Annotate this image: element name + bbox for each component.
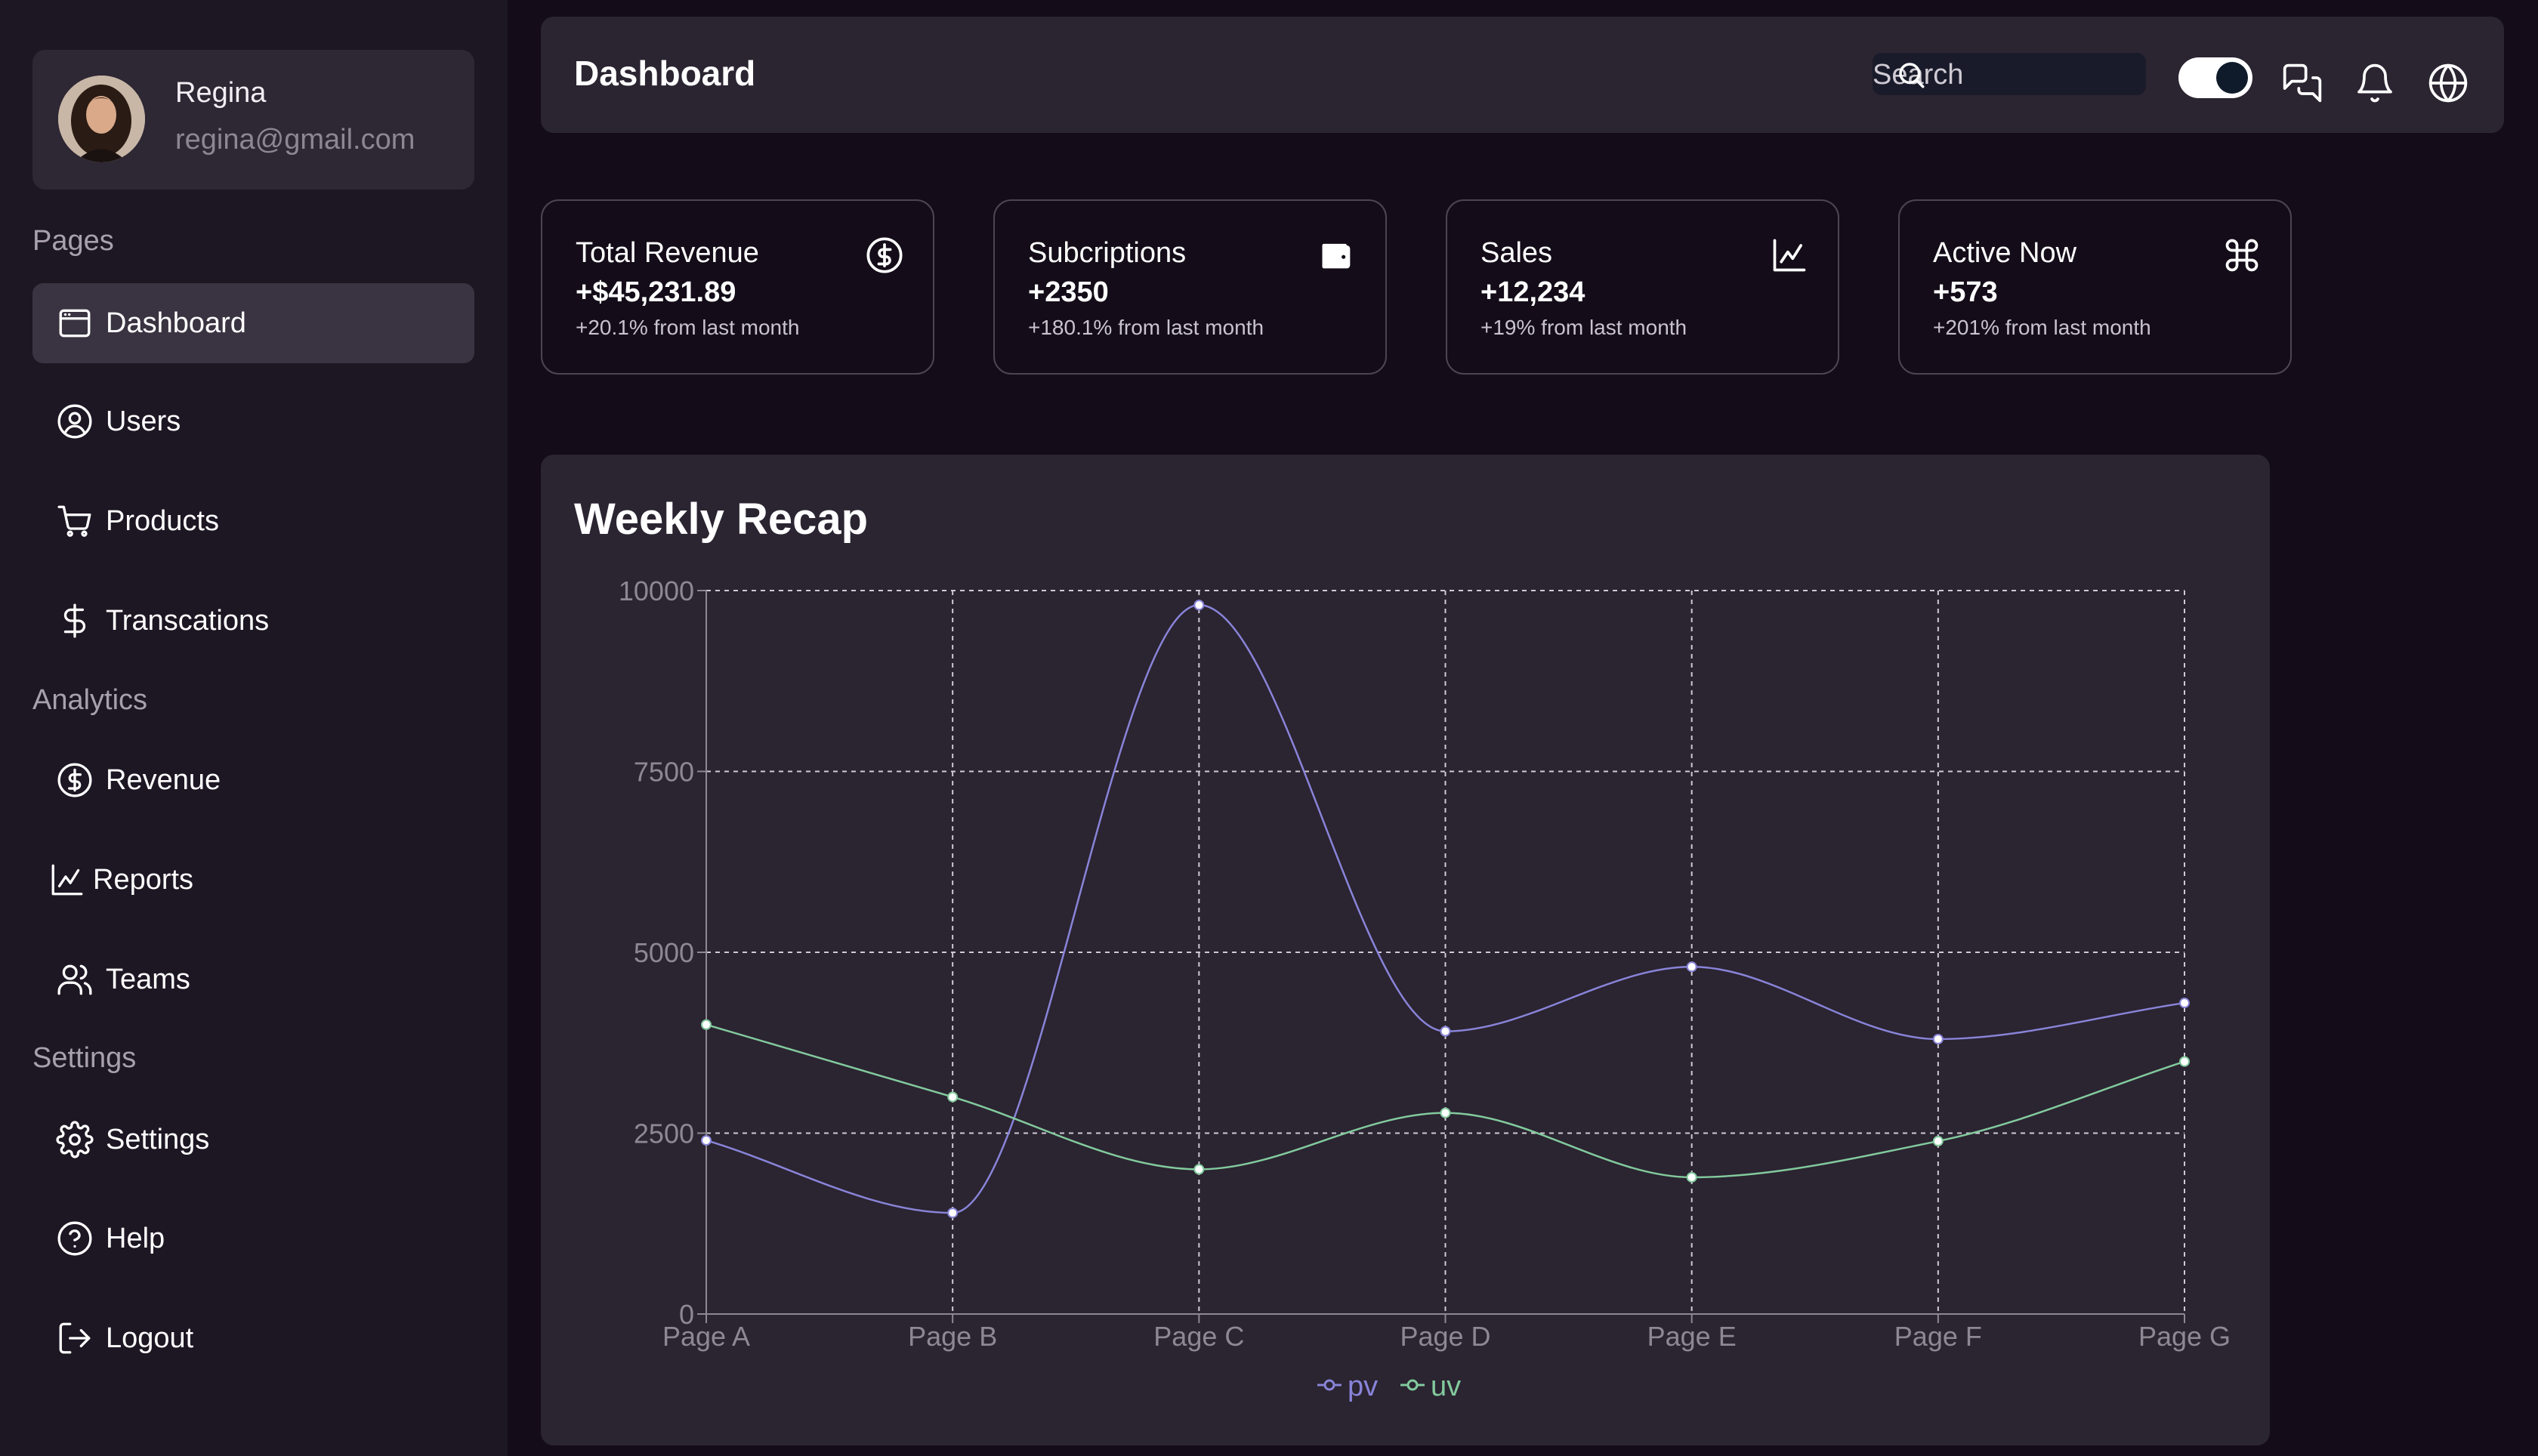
data-point-pv [947,1208,959,1219]
bell-icon[interactable] [2354,62,2396,104]
search-icon [1895,59,1927,91]
shopping-cart-icon [54,500,96,542]
dollar-circle-icon [865,236,904,275]
x-tick-label: Page F [1894,1321,1982,1352]
sidebar-item-teams[interactable]: Teams [32,939,474,1020]
stat-title: Total Revenue [576,237,759,269]
x-tick-label: Page D [1400,1321,1490,1352]
stat-value: +$45,231.89 [576,276,736,308]
legend-marker-pv [1323,1379,1335,1391]
section-label-pages: Pages [32,225,114,257]
stat-subtext: +20.1% from last month [576,316,800,339]
data-point-pv [1932,1033,1944,1044]
profile-email: regina@gmail.com [175,124,415,156]
data-point-uv [1686,1171,1697,1183]
data-point-uv [2179,1056,2190,1067]
legend-marker-uv [1406,1379,1419,1391]
sidebar-item-logout[interactable]: Logout [32,1298,474,1378]
dollar-sign-icon [54,600,96,642]
stat-title: Sales [1480,237,1553,269]
sidebar-item-label: Transcations [106,604,270,637]
y-tick-label: 7500 [634,757,694,788]
stat-card-active-now: Active Now +573 +201% from last month [1898,199,2292,375]
data-point-pv [1686,961,1697,973]
stat-subtext: +180.1% from last month [1028,316,1264,339]
x-tick-label: Page C [1153,1321,1244,1352]
sidebar-item-label: Users [106,405,181,437]
section-label-analytics: Analytics [32,684,148,716]
data-point-pv [701,1135,712,1146]
profile-card[interactable]: Regina regina@gmail.com [32,50,474,190]
sidebar-item-label: Revenue [106,763,221,796]
stat-subtext: +19% from last month [1480,316,1687,339]
stat-subtext: +201% from last month [1933,316,2151,339]
data-point-uv [1193,1164,1205,1175]
sidebar-item-label: Logout [106,1322,194,1354]
stat-value: +12,234 [1480,276,1585,308]
x-tick-label: Page B [908,1321,997,1352]
search-input[interactable]: Search [1873,53,2146,95]
sidebar-item-label: Teams [106,963,190,995]
sidebar-item-reports[interactable]: Reports [32,840,474,920]
avatar [58,76,145,162]
line-chart-icon [46,859,88,901]
page-title: Dashboard [574,54,756,93]
x-tick-label: Page A [662,1321,750,1352]
sidebar-item-label: Dashboard [106,307,246,339]
user-circle-icon [54,400,96,443]
y-tick-label: 5000 [634,937,694,968]
sidebar-item-help[interactable]: Help [32,1198,474,1279]
sidebar-item-revenue[interactable]: Revenue [32,740,474,820]
profile-name: Regina [175,77,267,109]
sidebar-item-label: Reports [93,863,194,896]
stat-value: +573 [1933,276,1998,308]
sidebar: Regina regina@gmail.com Pages Dashboard … [0,0,508,1456]
users-icon [54,958,96,1001]
data-point-pv [2179,998,2190,1009]
weekly-recap-card: Weekly Recap 0 2500 5000 7500 10000 Page A Pag… [541,455,2270,1445]
section-label-settings: Settings [32,1042,137,1074]
sidebar-item-dashboard[interactable]: Dashboard [32,283,474,363]
messages-icon[interactable] [2281,62,2323,104]
logout-icon [54,1317,96,1359]
stat-title: Active Now [1933,237,2077,269]
stat-title: Subcriptions [1028,237,1187,269]
toggle-knob [2216,62,2248,94]
y-tick-label: 2500 [634,1118,694,1149]
legend-label-pv: pv [1348,1371,1378,1402]
data-point-uv [1932,1136,1944,1147]
line-chart-icon [1770,236,1809,275]
stat-card-total-revenue: Total Revenue +$45,231.89 +20.1% from la… [541,199,934,375]
stat-card-sales: Sales +12,234 +19% from last month [1446,199,1839,375]
legend-label-uv: uv [1431,1371,1461,1402]
weekly-recap-chart: 025005000750010000Page A Page B Page C Page… [619,575,2231,1402]
gear-icon [54,1118,96,1161]
x-tick-label: Page G [2138,1321,2231,1352]
sidebar-item-users[interactable]: Users [32,381,474,461]
stat-value: +2350 [1028,276,1109,308]
y-tick-label: 10000 [619,575,694,606]
sidebar-item-transcations[interactable]: Transcations [32,581,474,661]
stat-card-subscriptions: Subcriptions +2350 +180.1% from last mon… [993,199,1387,375]
sidebar-item-label: Settings [106,1123,210,1155]
sidebar-item-label: Products [106,504,219,537]
top-header: Dashboard Search [541,17,2504,133]
wallet-icon [1317,236,1357,275]
command-icon [2222,236,2262,275]
globe-icon[interactable] [2427,62,2469,104]
data-point-uv [947,1091,959,1103]
data-point-uv [701,1019,712,1030]
data-point-uv [1440,1107,1451,1118]
help-circle-icon [54,1217,96,1260]
dollar-circle-icon [54,759,96,801]
browser-window-icon [54,302,96,344]
theme-toggle[interactable] [2178,57,2252,98]
x-tick-label: Page E [1647,1321,1737,1352]
data-point-pv [1440,1026,1451,1037]
sidebar-item-label: Help [106,1222,165,1254]
sidebar-item-settings[interactable]: Settings [32,1100,474,1180]
sidebar-item-products[interactable]: Products [32,481,474,561]
data-point-pv [1193,600,1205,611]
